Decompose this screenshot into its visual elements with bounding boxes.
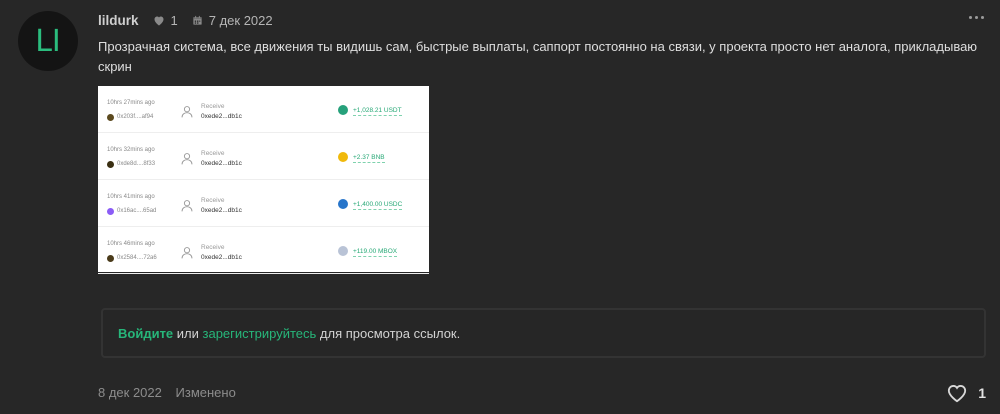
- attached-screenshot[interactable]: 10hrs 27mins ago 0x203f....af94 Receive 0xe…: [98, 86, 429, 274]
- login-notice-suffix: для просмотра ссылок.: [316, 325, 461, 341]
- coin-icon: [107, 208, 114, 215]
- tx-type: Receive: [201, 103, 225, 110]
- tx-amount: +119.00 MBOX: [353, 248, 398, 257]
- user-icon: [181, 153, 193, 165]
- tx-to-address: 0xede2...db1c: [201, 207, 242, 214]
- login-notice-or: или: [173, 325, 203, 341]
- footer-date[interactable]: 8 дек 2022: [98, 385, 162, 400]
- post-footer-meta: 8 дек 2022 Изменено: [98, 385, 246, 400]
- tx-to-address: 0xede2...db1c: [201, 113, 242, 120]
- transaction-row: 10hrs 46mins ago 0x2584....72a6 Receive 0xe…: [98, 227, 429, 274]
- tx-type: Receive: [201, 244, 225, 251]
- tx-time: 10hrs 27mins ago: [107, 100, 155, 106]
- login-link[interactable]: Войдите: [118, 326, 173, 341]
- more-options-icon[interactable]: [969, 16, 984, 19]
- post-date[interactable]: 7 дек 2022: [209, 13, 273, 28]
- coin-icon: [107, 255, 114, 262]
- tx-amount: +1,400.00 USDC: [353, 201, 403, 210]
- avatar-initials: LI: [35, 23, 61, 59]
- tx-type: Receive: [201, 150, 225, 157]
- user-icon: [181, 247, 193, 259]
- user-icon: [181, 200, 193, 212]
- tx-amount: +2.37 BNB: [353, 154, 385, 163]
- token-icon: [338, 199, 348, 209]
- tx-time: 10hrs 41mins ago: [107, 194, 155, 200]
- coin-icon: [107, 114, 114, 121]
- transaction-row: 10hrs 32mins ago 0xde8d....8f33 Receive 0xe…: [98, 133, 429, 180]
- transaction-row: 10hrs 41mins ago 0x16ac....65ad Receive 0xe…: [98, 180, 429, 227]
- tx-from-address: 0x16ac....65ad: [117, 208, 157, 214]
- token-icon: [338, 246, 348, 256]
- coin-icon: [107, 161, 114, 168]
- tx-time: 10hrs 46mins ago: [107, 241, 155, 247]
- post-likes-meta: 1: [153, 13, 178, 28]
- avatar[interactable]: LI: [18, 11, 78, 71]
- tx-to-address: 0xede2...db1c: [201, 160, 242, 167]
- user-icon: [181, 106, 193, 118]
- post-date-meta: 7 дек 2022: [192, 13, 273, 28]
- edited-label: Изменено: [175, 385, 236, 400]
- tx-type: Receive: [201, 197, 225, 204]
- heart-icon: [154, 16, 164, 25]
- token-icon: [338, 105, 348, 115]
- tx-from-address: 0x2584....72a6: [117, 255, 157, 261]
- heart-outline-icon: [948, 384, 967, 403]
- tx-amount: +1,028.21 USDT: [353, 107, 402, 116]
- token-icon: [338, 152, 348, 162]
- tx-to-address: 0xede2...db1c: [201, 254, 242, 261]
- footer-like-count: 1: [978, 385, 986, 401]
- post-like-count: 1: [170, 12, 178, 28]
- username-link[interactable]: lildurk: [98, 13, 139, 28]
- transaction-row: 10hrs 27mins ago 0x203f....af94 Receive 0xe…: [98, 86, 429, 133]
- tx-from-address: 0xde8d....8f33: [117, 161, 156, 167]
- login-notice: Войдите или зарегистрируйтесь для просмо…: [101, 308, 986, 358]
- post-text: Прозрачная система, все движения ты види…: [98, 39, 978, 74]
- register-link[interactable]: зарегистрируйтесь: [203, 326, 317, 341]
- tx-from-address: 0x203f....af94: [117, 114, 154, 120]
- like-button[interactable]: 1: [946, 383, 986, 403]
- tx-time: 10hrs 32mins ago: [107, 147, 155, 153]
- calendar-icon: [193, 15, 202, 25]
- post-header: lildurk 1 7 дек 2022: [98, 11, 273, 29]
